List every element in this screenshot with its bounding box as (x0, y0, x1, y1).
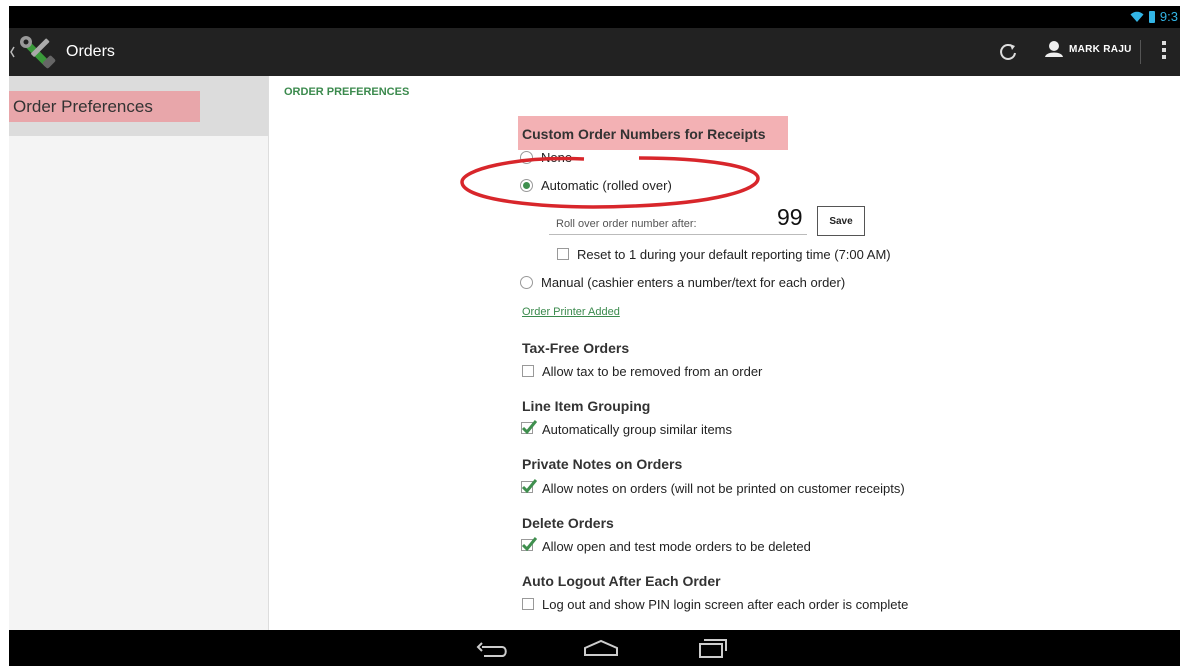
sidebar: Order Preferences (9, 76, 269, 630)
reset-checkbox[interactable] (557, 248, 569, 260)
overflow-menu-icon[interactable] (1161, 41, 1167, 63)
home-nav-icon[interactable] (582, 638, 620, 658)
main-content: ORDER PREFERENCES Custom Order Numbers f… (269, 76, 1180, 630)
user-name: MARK RAJU (1069, 43, 1132, 55)
action-divider (1140, 40, 1141, 64)
auto-logout-label: Log out and show PIN login screen after … (542, 597, 909, 612)
rollover-input[interactable]: 99 (777, 204, 803, 231)
line-item-checkbox[interactable] (521, 420, 537, 434)
custom-order-heading: Custom Order Numbers for Receipts (522, 126, 766, 142)
back-tools-icon[interactable] (9, 32, 65, 72)
private-notes-checkbox[interactable] (521, 479, 537, 493)
auto-logout-checkbox[interactable] (522, 598, 534, 610)
user-menu[interactable]: MARK RAJU (1044, 40, 1132, 58)
auto-logout-heading: Auto Logout After Each Order (522, 573, 721, 589)
back-nav-icon[interactable] (474, 639, 510, 659)
tax-free-heading: Tax-Free Orders (522, 340, 630, 356)
wifi-icon (1130, 11, 1144, 22)
rollover-input-underline (549, 234, 807, 235)
line-item-label: Automatically group similar items (542, 422, 733, 437)
private-notes-heading: Private Notes on Orders (522, 456, 683, 472)
save-button[interactable]: Save (817, 206, 865, 236)
private-notes-label: Allow notes on orders (will not be print… (542, 481, 905, 496)
radio-manual-label: Manual (cashier enters a number/text for… (541, 275, 846, 290)
recents-nav-icon[interactable] (696, 637, 728, 659)
status-time: 9:3 (1159, 9, 1178, 24)
delete-orders-label: Allow open and test mode orders to be de… (542, 539, 811, 554)
tax-free-label: Allow tax to be removed from an order (542, 364, 763, 379)
delete-orders-checkbox[interactable] (521, 537, 537, 551)
screen-edge (0, 0, 9, 666)
user-avatar-icon (1045, 41, 1063, 57)
section-title: ORDER PREFERENCES (284, 86, 410, 98)
radio-manual[interactable] (520, 276, 533, 289)
navigation-bar (9, 630, 1180, 666)
action-bar: Orders MARK RAJU (9, 28, 1180, 76)
refresh-icon[interactable] (997, 41, 1019, 63)
battery-icon (1148, 10, 1155, 23)
reset-checkbox-label: Reset to 1 during your default reporting… (577, 247, 891, 262)
status-bar: 9:3 (9, 6, 1180, 28)
order-printer-link[interactable]: Order Printer Added (522, 306, 620, 318)
delete-orders-heading: Delete Orders (522, 515, 614, 531)
sidebar-item-label: Order Preferences (9, 91, 200, 122)
sidebar-item-order-preferences[interactable]: Order Preferences (9, 76, 268, 136)
app-frame: 9:3 Orders MARK RAJU Order Preferences O… (0, 0, 1180, 666)
line-item-heading: Line Item Grouping (522, 398, 651, 414)
tax-free-checkbox[interactable] (522, 365, 534, 377)
app-title: Orders (66, 43, 115, 60)
annotation-ellipse (460, 156, 760, 209)
